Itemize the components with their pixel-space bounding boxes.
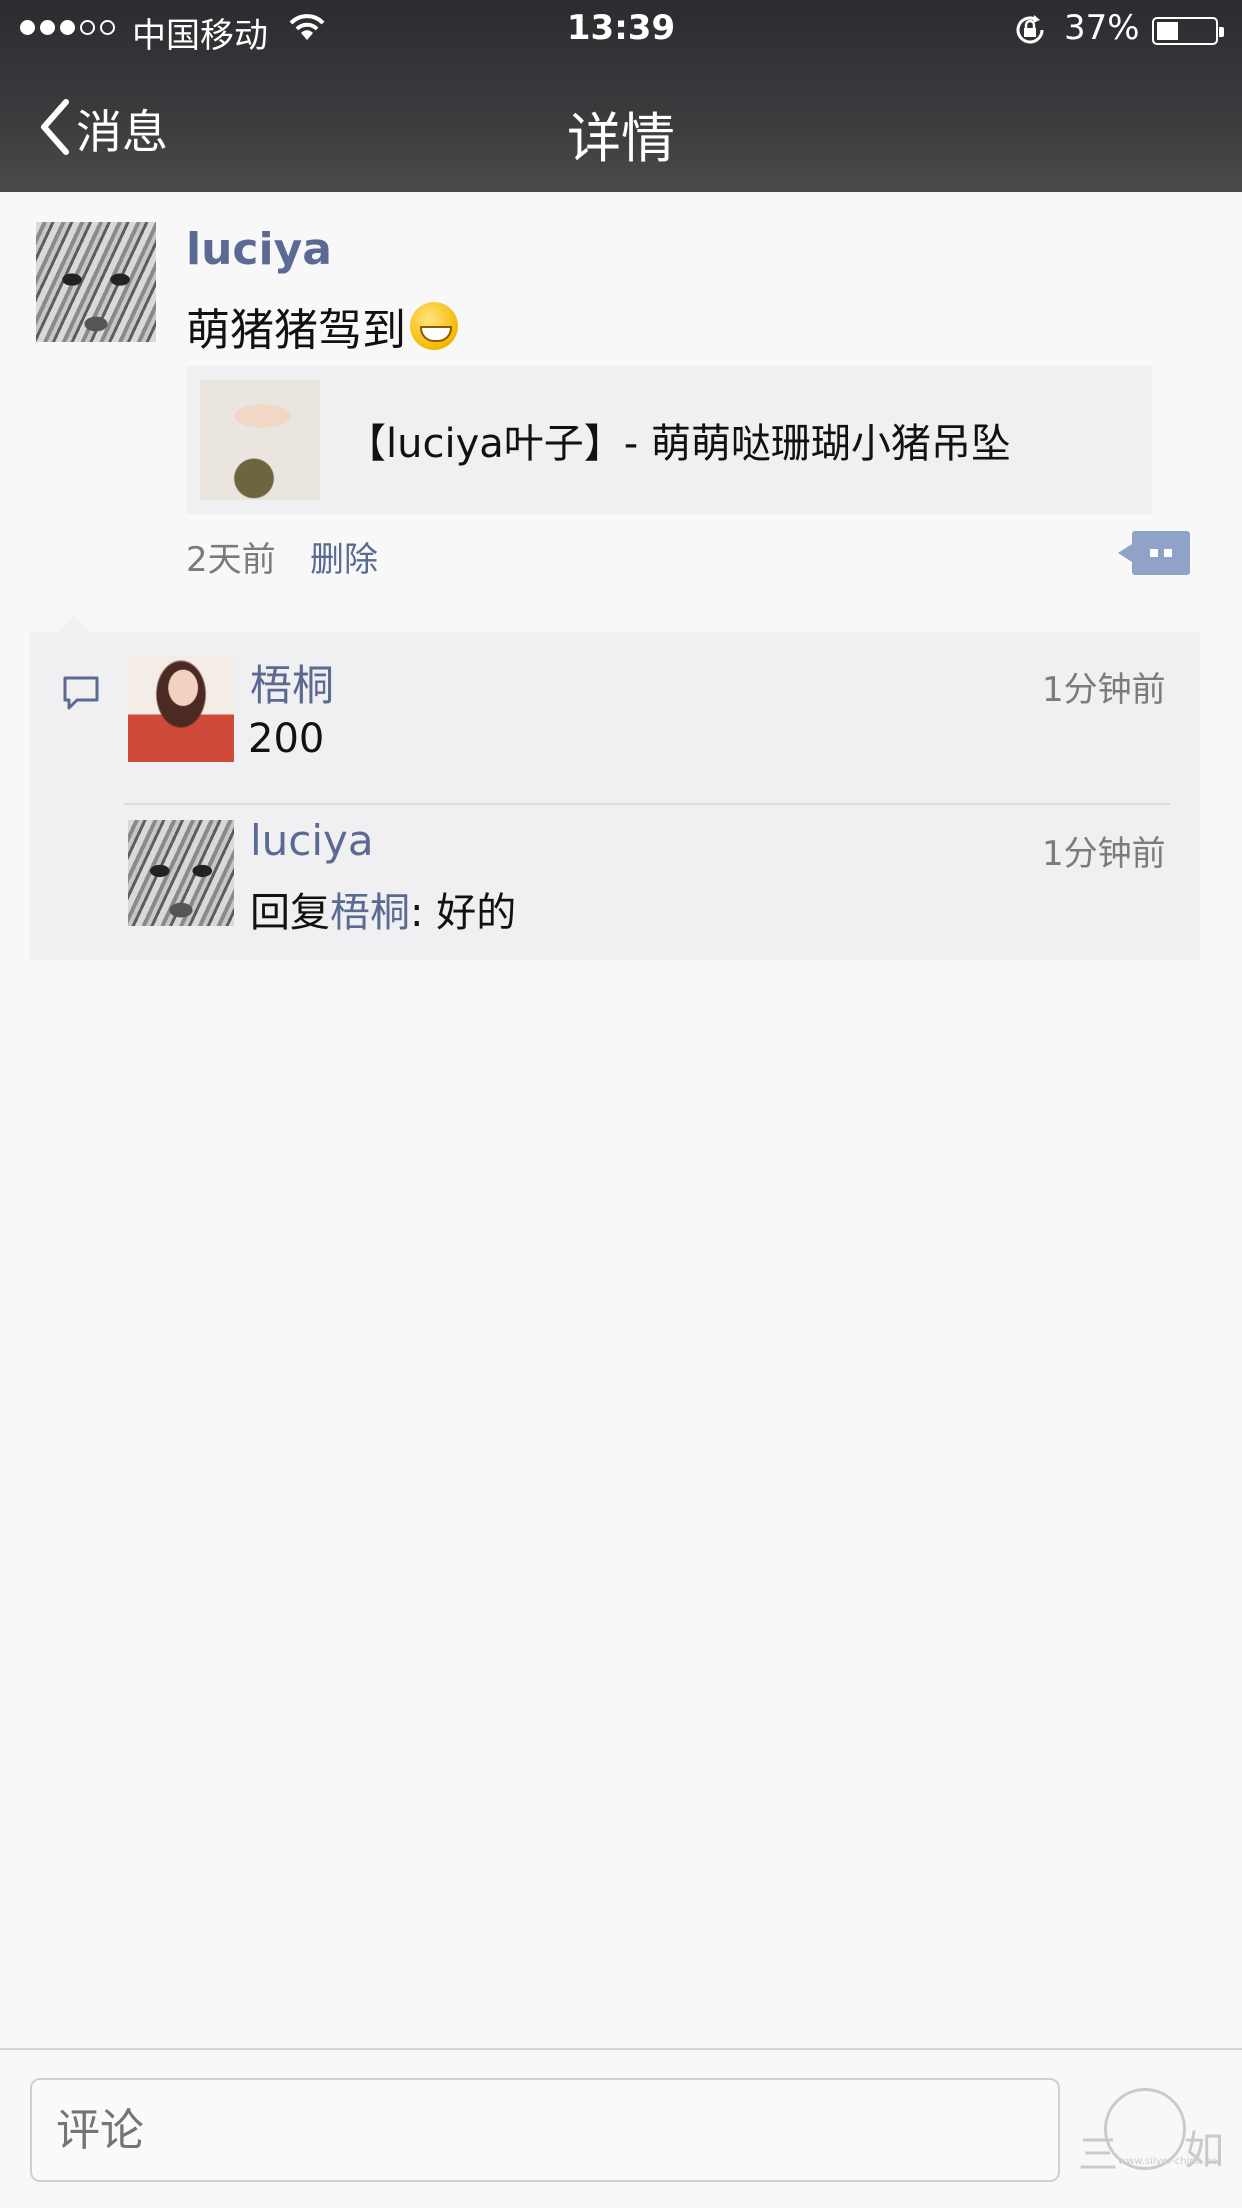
rotation-lock-icon [1012, 12, 1048, 52]
watermark-url: www.silver-china.net [1118, 2156, 1222, 2167]
link-thumbnail [200, 380, 320, 500]
input-bar-divider [0, 2048, 1242, 2050]
battery-icon [1152, 17, 1224, 45]
post-author-avatar[interactable] [36, 222, 156, 342]
shared-link-card[interactable]: 【luciya叶子】- 萌萌哒珊瑚小猪吊坠 [186, 366, 1152, 514]
reply-separator: : [410, 890, 437, 936]
commenter-avatar[interactable] [128, 820, 234, 926]
reply-to-name[interactable]: 梧桐 [330, 890, 410, 936]
watermark-logo: 三 如 www.silver-china.net [1054, 2082, 1234, 2200]
commenter-name[interactable]: 梧桐 [250, 652, 334, 713]
reply-prefix: 回复 [250, 890, 330, 936]
reply-content: 好的 [436, 890, 517, 936]
comments-pointer [58, 616, 90, 632]
post-text-content: 萌猪猪驾到 [186, 305, 406, 356]
status-bar: 中国移动 13:39 37% [0, 0, 1242, 62]
commenter-name[interactable]: luciya [250, 816, 374, 865]
delete-button[interactable]: 删除 [310, 532, 378, 581]
comment-menu-button[interactable] [1118, 531, 1190, 575]
comment-time: 1分钟前 [1042, 834, 1166, 874]
status-time: 13:39 [566, 8, 676, 48]
link-title: 【luciya叶子】- 萌萌哒珊瑚小猪吊坠 [346, 421, 1011, 467]
post-author-name[interactable]: luciya [186, 224, 332, 275]
comment-time: 1分钟前 [1042, 670, 1166, 710]
page-title: 详情 [567, 107, 675, 170]
post-text: 萌猪猪驾到 [186, 294, 458, 358]
comment-input[interactable] [30, 2078, 1060, 2182]
commenter-avatar[interactable] [128, 656, 234, 762]
post-time: 2天前 [186, 540, 276, 580]
comment-divider [124, 803, 1170, 805]
comment-bubble-icon [62, 674, 100, 716]
grin-emoji-icon [410, 302, 458, 350]
comment-text: 200 [248, 716, 325, 762]
watermark-right-char: 如 [1184, 2128, 1224, 2174]
battery-percent: 37% [1064, 8, 1140, 48]
top-bar: 中国移动 13:39 37% 消息 详情 [0, 0, 1242, 192]
comment-text: 回复梧桐: 好的 [250, 880, 516, 938]
